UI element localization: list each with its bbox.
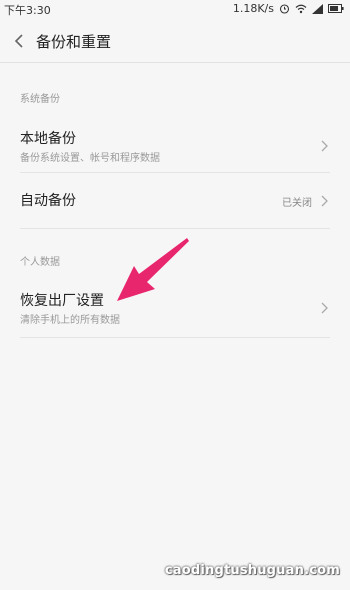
auto-backup-item[interactable]: 自动备份 已关闭 (0, 177, 350, 221)
network-speed: 1.18K/s (232, 2, 274, 15)
app-bar: 备份和重置 (0, 22, 350, 60)
row-divider (20, 172, 330, 173)
chevron-right-icon (320, 138, 330, 152)
section-header-system-backup: 系统备份 (20, 94, 60, 105)
auto-backup-title: 自动备份 (20, 193, 76, 209)
header-divider (0, 62, 350, 63)
back-arrow-icon[interactable] (12, 32, 28, 50)
alarm-icon (279, 3, 290, 14)
factory-reset-item[interactable]: 恢复出厂设置 清除手机上的所有数据 (0, 282, 350, 332)
page-title: 备份和重置 (36, 33, 112, 51)
watermark: caodingtushuguan.com (164, 563, 340, 578)
row-divider (20, 228, 330, 229)
status-time: 下午3:30 (4, 4, 51, 17)
section-header-personal-data: 个人数据 (20, 257, 60, 268)
signal-icon (312, 3, 323, 14)
chevron-right-icon (320, 193, 330, 207)
local-backup-subtitle: 备份系统设置、帐号和程序数据 (20, 153, 160, 164)
factory-reset-subtitle: 清除手机上的所有数据 (20, 315, 120, 326)
chevron-right-icon (320, 300, 330, 314)
wifi-icon (295, 4, 307, 14)
battery-icon (328, 4, 344, 13)
status-bar: 下午3:30 1.18K/s (0, 0, 350, 18)
status-icons: 1.18K/s (233, 2, 344, 15)
auto-backup-status: 已关闭 (282, 198, 312, 209)
row-divider (20, 337, 330, 338)
local-backup-title: 本地备份 (20, 131, 76, 147)
factory-reset-title: 恢复出厂设置 (20, 293, 104, 309)
local-backup-item[interactable]: 本地备份 备份系统设置、帐号和程序数据 (0, 118, 350, 170)
